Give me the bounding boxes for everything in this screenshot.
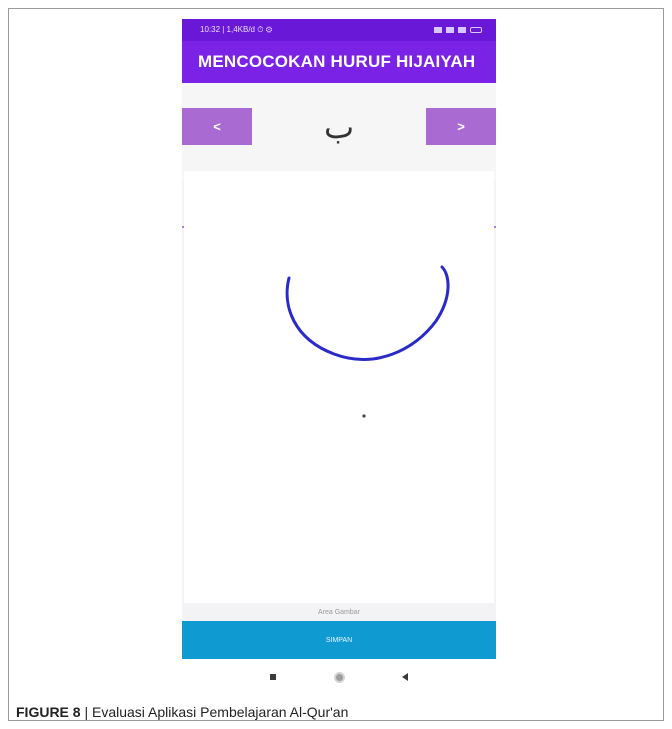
user-drawn-dot: [362, 414, 366, 418]
letter-navigator: < ب >: [182, 83, 496, 228]
signal-icon: [434, 27, 442, 33]
recents-button[interactable]: [265, 669, 281, 685]
status-bar: 10:32 | 1,4KB/d ⏱ ⚙: [182, 19, 496, 41]
back-button[interactable]: [397, 669, 413, 685]
status-text: 10:32 | 1,4KB/d ⏱ ⚙: [200, 25, 273, 34]
phone-screen: 10:32 | 1,4KB/d ⏱ ⚙ MENCOCOKAN HURUF HIJ…: [182, 19, 496, 695]
canvas-label: Area Gambar: [317, 609, 361, 616]
app-title: MENCOCOKAN HURUF HIJAIYAH: [198, 52, 476, 71]
app-bar: MENCOCOKAN HURUF HIJAIYAH: [182, 41, 496, 83]
user-drawn-stroke: [285, 265, 450, 361]
figure-label: FIGURE 8: [16, 704, 81, 720]
drawing-layer: [285, 265, 450, 418]
status-icons: [434, 27, 482, 33]
drawing-canvas[interactable]: [184, 171, 494, 603]
back-triangle-icon: [402, 673, 408, 681]
figure-caption-text: Evaluasi Aplikasi Pembelajaran Al-Qur'an: [92, 704, 349, 720]
home-button[interactable]: [331, 669, 347, 685]
figure-separator: |: [80, 704, 92, 720]
battery-icon: [470, 27, 482, 33]
wifi-icon: [458, 27, 466, 33]
signal-icon: [446, 27, 454, 33]
previous-letter-button[interactable]: <: [182, 108, 252, 145]
android-nav-bar: [182, 659, 496, 695]
save-button[interactable]: SIMPAN: [182, 621, 496, 659]
current-letter: ب: [323, 108, 355, 146]
recents-square-icon: [270, 674, 276, 680]
home-circle-icon: [333, 671, 345, 683]
next-letter-button[interactable]: >: [426, 108, 496, 145]
figure-caption: FIGURE 8 | Evaluasi Aplikasi Pembelajara…: [16, 704, 348, 720]
